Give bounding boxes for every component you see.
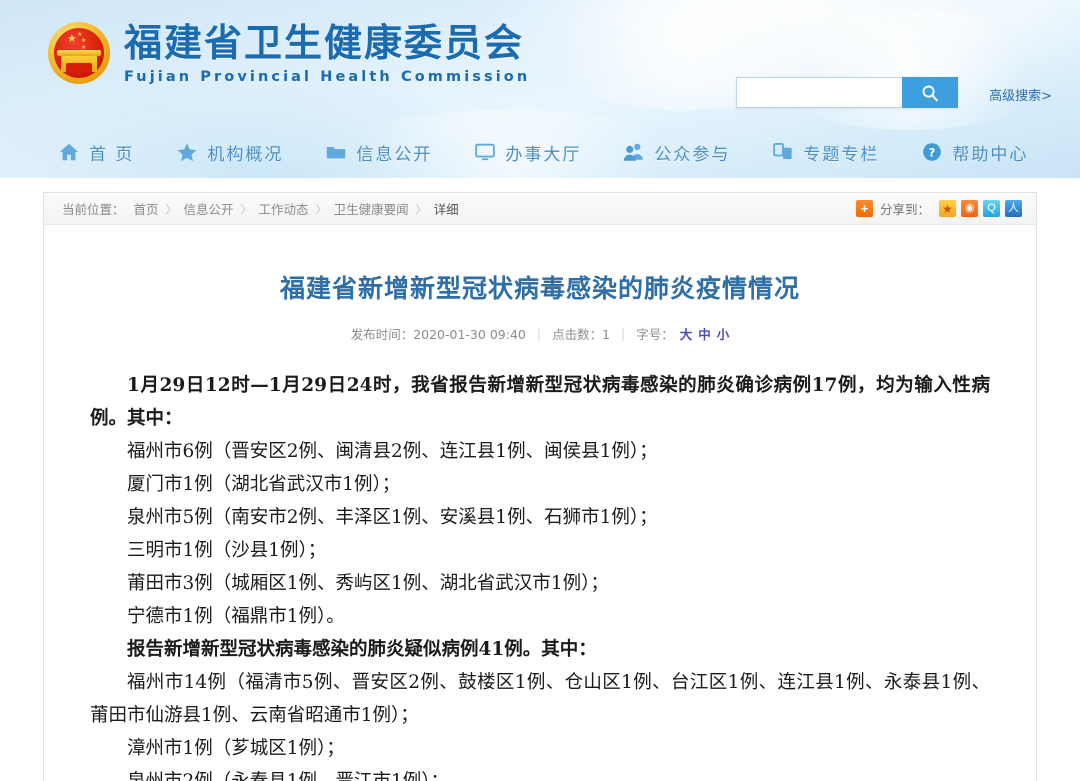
breadcrumb-item-health-news[interactable]: 卫生健康要闻 bbox=[334, 199, 409, 218]
article-paragraph: 福州市6例（晋安区2例、闽清县2例、连江县1例、闽侯县1例）； bbox=[127, 440, 658, 462]
search-box[interactable] bbox=[736, 77, 958, 108]
content-container: 当前位置： 首页 〉 信息公开 〉 工作动态 〉 卫生健康要闻 〉 详细 + 分… bbox=[43, 192, 1037, 781]
tencent-weibo-icon[interactable]: ◉ bbox=[961, 200, 978, 217]
breadcrumb-separator: 〉 bbox=[165, 202, 177, 216]
breadcrumb-item-work-updates[interactable]: 工作动态 bbox=[259, 199, 309, 218]
article-paragraph: 宁德市1例（福鼎市1例）。 bbox=[127, 605, 345, 627]
article-paragraph: 漳州市1例（芗城区1例）； bbox=[127, 737, 345, 759]
site-header: ★ ★ ★ ★ ★ 福建省卫生健康委员会 Fujian Provincial H… bbox=[0, 0, 1080, 178]
question-circle-icon: ? bbox=[923, 143, 942, 161]
svg-text:?: ? bbox=[929, 146, 936, 160]
font-size-large[interactable]: 大 bbox=[680, 327, 693, 342]
article: 福建省新增新型冠状病毒感染的肺炎疫情情况 发布时间：2020-01-30 09:… bbox=[44, 225, 1036, 781]
font-size-medium[interactable]: 中 bbox=[698, 327, 711, 342]
search-button[interactable] bbox=[902, 77, 958, 108]
breadcrumb-separator: 〉 bbox=[240, 202, 252, 216]
main-navigation: 首 页 机构概况 信息公开 办事大厅 公众参与 专题专栏 ? 帮助中心 bbox=[0, 126, 1080, 178]
nav-item-help-center[interactable]: ? 帮助中心 bbox=[921, 140, 1028, 165]
article-meta: 发布时间：2020-01-30 09:40 | 点击数：1 | 字号：大中小 bbox=[90, 324, 990, 343]
nav-label: 机构概况 bbox=[207, 144, 284, 165]
site-title-en: Fujian Provincial Health Commission bbox=[124, 68, 531, 85]
site-logo[interactable]: ★ ★ ★ ★ ★ 福建省卫生健康委员会 Fujian Provincial H… bbox=[48, 22, 530, 85]
search-input[interactable] bbox=[736, 77, 902, 108]
nav-item-public-participation[interactable]: 公众参与 bbox=[623, 140, 730, 165]
site-title-cn: 福建省卫生健康委员会 bbox=[124, 21, 525, 65]
nav-item-service-hall[interactable]: 办事大厅 bbox=[474, 140, 581, 165]
folder-icon bbox=[327, 146, 346, 159]
article-body: 1月29日12时—1月29日24时，我省报告新增新型冠状病毒感染的肺炎确诊病例1… bbox=[90, 369, 990, 781]
font-size-label: 字号： bbox=[636, 326, 674, 342]
hit-count-value: 1 bbox=[602, 326, 611, 342]
font-size-control: 字号： 大中小 bbox=[625, 324, 740, 343]
share-label: 分享到： bbox=[879, 202, 930, 217]
pages-icon bbox=[773, 143, 793, 159]
font-size-small[interactable]: 小 bbox=[717, 327, 730, 342]
renren-icon[interactable]: 人 bbox=[1005, 200, 1022, 217]
hit-count-label: 点击数： bbox=[552, 326, 603, 342]
nav-label: 专题专栏 bbox=[803, 144, 880, 165]
article-paragraph: 泉州市2例（永春县1例、晋江市1例）； bbox=[127, 770, 450, 781]
breadcrumb-item-detail: 详细 bbox=[433, 202, 459, 217]
article-paragraph: 1月29日12时—1月29日24时，我省报告新增新型冠状病毒感染的肺炎确诊病例1… bbox=[90, 374, 990, 429]
article-paragraph: 莆田市3例（城厢区1例、秀屿区1例、湖北省武汉市1例）； bbox=[127, 572, 609, 594]
nav-label: 公众参与 bbox=[654, 144, 731, 165]
nav-label: 信息公开 bbox=[356, 144, 433, 165]
breadcrumb-item-info-disclosure[interactable]: 信息公开 bbox=[184, 199, 234, 218]
breadcrumb-bar: 当前位置： 首页 〉 信息公开 〉 工作动态 〉 卫生健康要闻 〉 详细 + 分… bbox=[44, 192, 1036, 225]
nav-label: 首 页 bbox=[89, 144, 135, 165]
page-title: 福建省新增新型冠状病毒感染的肺炎疫情情况 bbox=[279, 273, 800, 303]
search-icon bbox=[922, 85, 939, 101]
breadcrumb: 当前位置： 首页 〉 信息公开 〉 工作动态 〉 卫生健康要闻 〉 详细 bbox=[62, 199, 459, 218]
article-paragraph: 福州市14例（福清市5例、晋安区2例、鼓楼区1例、仓山区1例、台江区1例、连江县… bbox=[90, 671, 990, 726]
nav-label: 办事大厅 bbox=[505, 144, 582, 165]
sina-weibo-icon[interactable]: ★ bbox=[939, 200, 956, 217]
national-emblem-icon: ★ ★ ★ ★ ★ bbox=[48, 22, 110, 85]
breadcrumb-label: 当前位置： bbox=[62, 202, 125, 217]
nav-label: 帮助中心 bbox=[952, 144, 1029, 165]
nav-item-info-disclosure[interactable]: 信息公开 bbox=[325, 140, 432, 165]
publish-time: 发布时间：2020-01-30 09:40 bbox=[340, 324, 537, 343]
share-bar: + 分享到： ★ ◉ Q 人 bbox=[855, 199, 1022, 218]
nav-item-home[interactable]: 首 页 bbox=[58, 140, 134, 165]
monitor-icon bbox=[475, 143, 496, 161]
advanced-search-link[interactable]: 高级搜索> bbox=[989, 85, 1052, 104]
home-icon bbox=[59, 143, 79, 161]
publish-time-label: 发布时间： bbox=[350, 326, 414, 342]
article-paragraph: 三明市1例（沙县1例）； bbox=[127, 539, 327, 561]
article-paragraph: 报告新增新型冠状病毒感染的肺炎疑似病例41例。其中： bbox=[127, 638, 597, 660]
nav-item-special-columns[interactable]: 专题专栏 bbox=[772, 140, 879, 165]
star-icon bbox=[177, 143, 197, 162]
article-paragraph: 泉州市5例（南安市2例、丰泽区1例、安溪县1例、石狮市1例）； bbox=[127, 506, 658, 528]
breadcrumb-separator: 〉 bbox=[315, 202, 327, 216]
hit-count: 点击数：1 bbox=[541, 324, 621, 343]
breadcrumb-item-home[interactable]: 首页 bbox=[134, 199, 159, 218]
breadcrumb-separator: 〉 bbox=[415, 202, 427, 216]
qzone-icon[interactable]: Q bbox=[983, 200, 1000, 217]
page-body: 当前位置： 首页 〉 信息公开 〉 工作动态 〉 卫生健康要闻 〉 详细 + 分… bbox=[0, 178, 1080, 781]
article-paragraph: 厦门市1例（湖北省武汉市1例）； bbox=[127, 473, 401, 495]
publish-time-value: 2020-01-30 09:40 bbox=[413, 326, 526, 342]
nav-item-org-overview[interactable]: 机构概况 bbox=[176, 140, 283, 165]
share-plus-icon[interactable]: + bbox=[855, 200, 873, 217]
users-icon bbox=[624, 143, 644, 161]
